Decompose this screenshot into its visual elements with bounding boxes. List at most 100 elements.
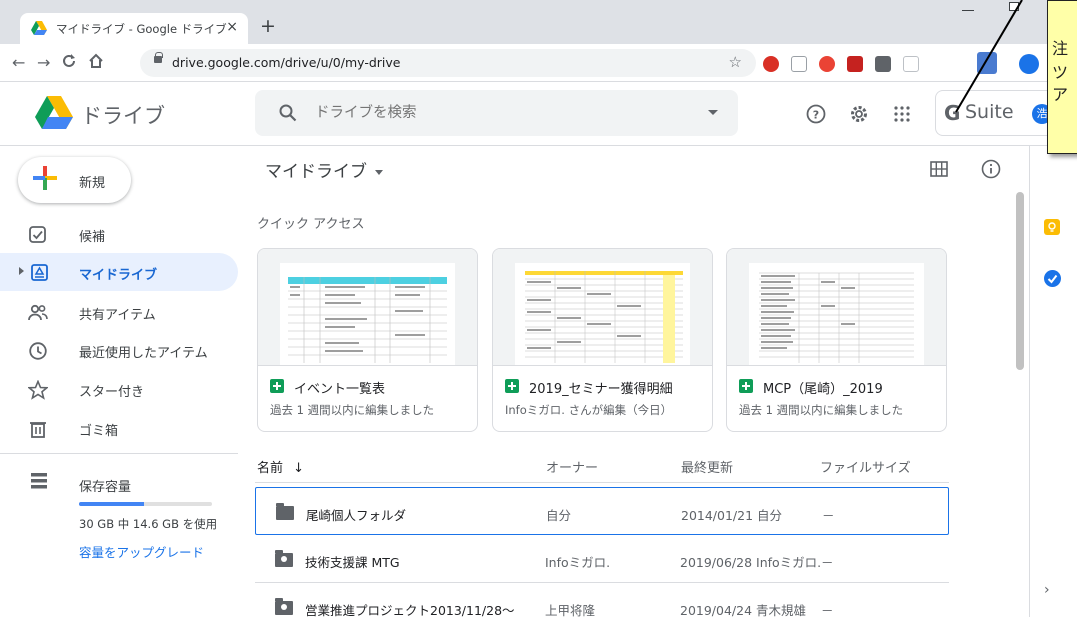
storage-usage-text: 30 GB 中 14.6 GB を使用 — [79, 517, 218, 531]
info-icon[interactable] — [981, 159, 1001, 183]
sidebar-divider — [0, 453, 238, 454]
sidebar-item-label: 候補 — [79, 230, 106, 245]
extension-red-icon[interactable] — [763, 56, 779, 72]
file-thumbnail — [258, 249, 477, 366]
column-header-name[interactable]: 名前 ↓ — [257, 457, 304, 476]
sort-arrow-down-icon[interactable]: ↓ — [293, 461, 304, 476]
extension-x-icon[interactable] — [791, 56, 807, 72]
lock-icon — [154, 52, 163, 63]
table-header-divider — [255, 482, 949, 483]
annotation-note-line: 注 — [1052, 39, 1069, 58]
column-header-owner[interactable]: オーナー — [546, 457, 598, 476]
card-subtitle: Infoミガロ. さんが編集（今日） — [505, 403, 673, 417]
card-file-name: 2019_セミナー獲得明細 — [529, 382, 673, 397]
extension-json-icon[interactable] — [903, 56, 919, 72]
breadcrumb-my-drive[interactable]: マイドライブ — [265, 157, 383, 182]
extension-orange-icon[interactable] — [819, 56, 835, 72]
sheet-preview-image — [515, 263, 690, 365]
reload-icon[interactable] — [61, 53, 77, 73]
sidebar-item-label: マイドライブ — [79, 268, 158, 283]
card-file-name: イベント一覧表 — [294, 382, 386, 397]
drive-logo-text[interactable]: ドライブ — [81, 100, 165, 130]
extension-g-icon[interactable] — [875, 56, 891, 72]
search-input[interactable] — [315, 102, 675, 124]
quick-access-card[interactable]: イベント一覧表 過去 1 週間以内に編集しました — [257, 248, 478, 432]
help-icon[interactable]: ? — [806, 104, 826, 128]
search-box[interactable] — [255, 90, 738, 136]
sidebar-item-label: 最近使用したアイテム — [79, 346, 208, 361]
sidebar-item-suggested[interactable]: 候補 — [0, 215, 238, 253]
extension-new-icon[interactable] — [977, 52, 997, 74]
scrollbar-thumb[interactable] — [1016, 192, 1024, 370]
quick-access-card[interactable]: 2019_セミナー獲得明細 Infoミガロ. さんが編集（今日） — [492, 248, 713, 432]
grid-view-icon[interactable] — [930, 161, 948, 181]
sidebar-item-recent[interactable]: 最近使用したアイテム — [0, 331, 238, 369]
sidebar-item-shared[interactable]: 共有アイテム — [0, 293, 238, 331]
card-file-name: MCP（尾崎）_2019 — [763, 382, 883, 397]
sidebar-item-label: スター付き — [79, 385, 145, 400]
expand-caret-icon[interactable] — [19, 267, 24, 275]
table-row[interactable]: 技術支援課 MTG Infoミガロ. 2019/06/28 Infoミガロ. － — [255, 535, 949, 583]
window-minimize-button[interactable] — [962, 10, 974, 11]
sheets-icon — [739, 379, 753, 393]
check-box-icon — [28, 225, 48, 245]
file-owner: 自分 — [546, 508, 572, 523]
bookmark-star-icon[interactable]: ☆ — [729, 53, 742, 71]
table-row[interactable]: 営業推進プロジェクト2013/11/28～ 上甲将隆 2019/04/24 青木… — [255, 583, 949, 631]
apps-grid-icon[interactable] — [894, 106, 910, 126]
pdf-extension-icon[interactable] — [847, 56, 863, 72]
breadcrumb-dropdown-icon — [375, 169, 383, 175]
storage-label[interactable]: 保存容量 — [79, 476, 131, 495]
search-options-caret-icon[interactable] — [708, 110, 718, 115]
sidebar-item-my-drive[interactable]: マイドライブ — [0, 253, 238, 291]
tasks-icon[interactable] — [1044, 270, 1061, 287]
column-header-size[interactable]: ファイルサイズ — [820, 457, 911, 476]
sheet-preview-image — [280, 263, 455, 365]
file-size: － — [821, 603, 834, 618]
search-icon[interactable] — [279, 104, 297, 126]
gsuite-g-logo: G — [944, 101, 961, 125]
expand-panel-chevron-icon[interactable]: › — [1044, 582, 1050, 598]
home-icon[interactable] — [88, 53, 104, 73]
quick-access-card[interactable]: MCP（尾崎）_2019 過去 1 週間以内に編集しました — [726, 248, 947, 432]
card-subtitle: 過去 1 週間以内に編集しました — [739, 403, 904, 417]
file-modified: 2019/06/28 Infoミガロ. — [680, 555, 822, 570]
address-bar[interactable]: drive.google.com/drive/u/0/my-drive ☆ — [140, 49, 756, 77]
keep-icon[interactable] — [1044, 219, 1060, 235]
tab-title: マイドライブ - Google ドライブ — [56, 22, 227, 36]
window-maximize-button[interactable] — [1009, 2, 1019, 11]
column-header-modified[interactable]: 最終更新 — [681, 457, 733, 476]
tab-close-icon[interactable]: × — [226, 19, 238, 35]
sidebar-item-trash[interactable]: ゴミ箱 — [0, 409, 238, 447]
new-button[interactable]: 新規 — [18, 157, 131, 203]
table-row[interactable]: 尾崎個人フォルダ 自分 2014/01/21 自分 － — [255, 487, 949, 535]
profile-avatar-icon[interactable] — [1019, 54, 1039, 74]
drive-header: ドライブ ? G Suite 浩 — [0, 82, 1077, 146]
browser-tab[interactable]: マイドライブ - Google ドライブ × — [20, 13, 248, 44]
drive-logo-icon[interactable] — [35, 96, 73, 133]
new-tab-button[interactable]: + — [260, 17, 276, 36]
file-size: － — [821, 555, 834, 570]
annotation-note-line: ツ — [1052, 63, 1069, 82]
file-modified: 2019/04/24 青木規雄 — [680, 603, 807, 618]
sidebar-item-label: 共有アイテム — [79, 308, 156, 323]
file-name: 技術支援課 MTG — [305, 555, 400, 570]
back-arrow-icon[interactable]: ← — [12, 53, 25, 72]
sheets-icon — [505, 379, 519, 393]
forward-arrow-icon[interactable]: → — [37, 53, 50, 72]
gsuite-label: Suite — [965, 101, 1014, 123]
settings-gear-icon[interactable] — [849, 104, 869, 128]
storage-progress-fill — [79, 502, 144, 506]
upgrade-storage-link[interactable]: 容量をアップグレード — [79, 542, 204, 561]
column-header-name-label: 名前 — [257, 461, 284, 476]
shared-people-icon — [28, 303, 48, 323]
sidebar-item-starred[interactable]: スター付き — [0, 370, 238, 408]
sheets-icon — [270, 379, 284, 393]
card-subtitle: 過去 1 週間以内に編集しました — [270, 403, 435, 417]
my-drive-icon — [30, 263, 50, 283]
shared-folder-icon — [275, 550, 293, 567]
svg-text:?: ? — [813, 109, 819, 122]
star-icon — [27, 379, 49, 400]
file-owner: Infoミガロ. — [545, 555, 611, 570]
quick-access-label: クイック アクセス — [257, 217, 365, 232]
